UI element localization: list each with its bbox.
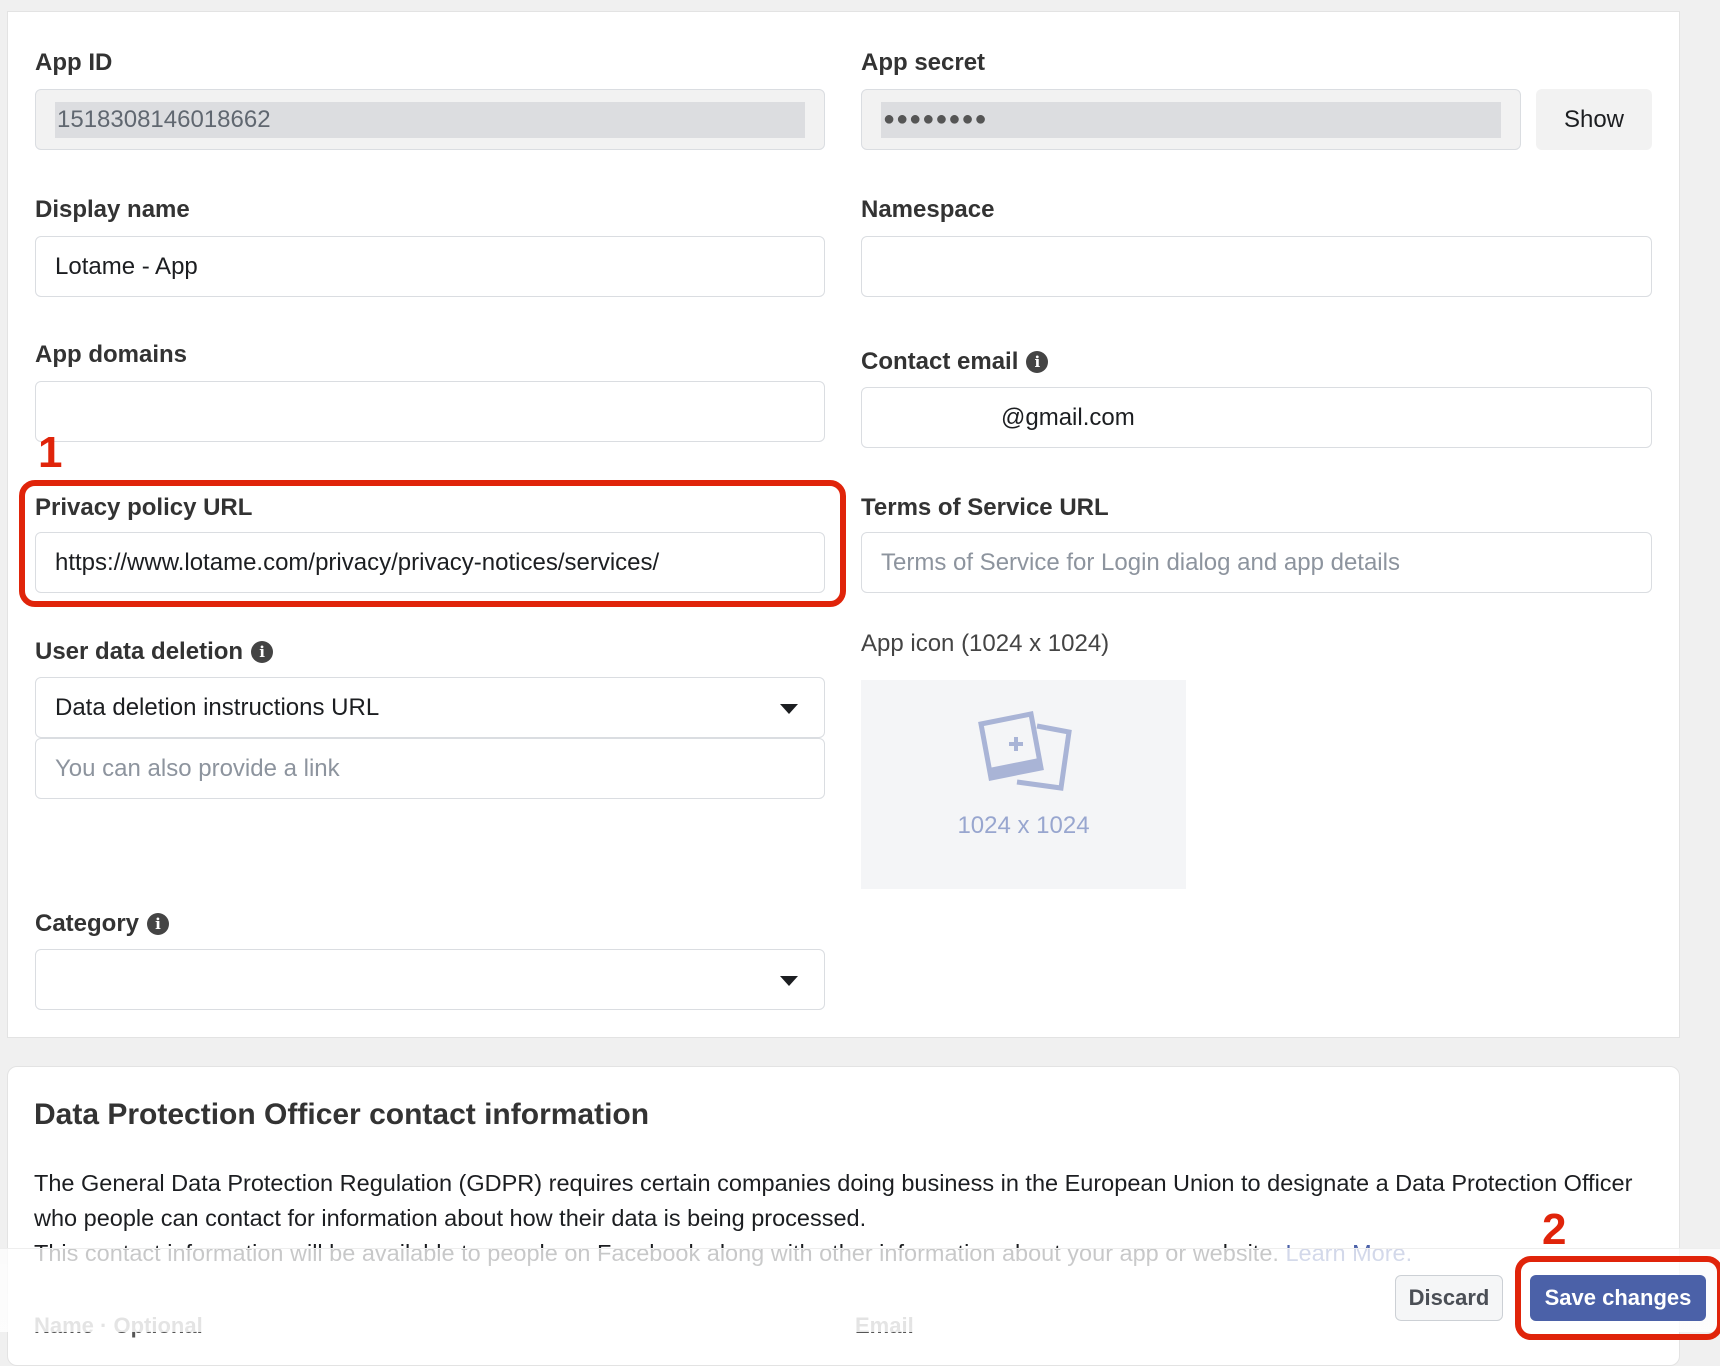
info-icon[interactable]: i bbox=[251, 641, 274, 663]
privacy-policy-input[interactable]: https://www.lotame.com/privacy/privacy-n… bbox=[35, 532, 825, 593]
privacy-policy-label: Privacy policy URL bbox=[35, 494, 253, 521]
terms-input[interactable]: Terms of Service for Login dialog and ap… bbox=[861, 532, 1652, 593]
category-label-text: Category bbox=[35, 910, 140, 937]
user-data-deletion-selected: Data deletion instructions URL bbox=[55, 693, 380, 721]
info-icon[interactable]: i bbox=[1026, 351, 1049, 373]
user-data-deletion-label-text: User data deletion bbox=[35, 638, 244, 665]
app-secret-label: App secret bbox=[861, 49, 986, 76]
contact-email-label-text: Contact email bbox=[861, 348, 1019, 375]
show-secret-button[interactable]: Show bbox=[1536, 89, 1652, 150]
chevron-down-icon bbox=[780, 704, 798, 714]
category-select[interactable] bbox=[35, 949, 825, 1010]
category-label: Category i bbox=[35, 910, 170, 938]
app-icon-upload[interactable]: 1024 x 1024 bbox=[861, 680, 1186, 889]
app-id-value: 1518308146018662 bbox=[55, 101, 805, 138]
app-icon-label: App icon (1024 x 1024) bbox=[861, 630, 1110, 657]
annotation-highlight-save bbox=[1515, 1256, 1720, 1340]
app-domains-input[interactable] bbox=[35, 381, 825, 442]
user-data-deletion-link-input[interactable]: You can also provide a link bbox=[35, 738, 825, 799]
app-id-label: App ID bbox=[35, 49, 113, 76]
user-data-deletion-label: User data deletion i bbox=[35, 638, 274, 666]
namespace-input[interactable] bbox=[861, 236, 1652, 297]
display-name-label: Display name bbox=[35, 196, 190, 223]
terms-label: Terms of Service URL bbox=[861, 494, 1109, 521]
app-secret-value: ●●●●●●●● bbox=[881, 101, 1501, 138]
contact-email-label: Contact email i bbox=[861, 348, 1049, 376]
dpo-title: Data Protection Officer contact informat… bbox=[34, 1098, 650, 1131]
namespace-label: Namespace bbox=[861, 196, 995, 223]
add-image-icon bbox=[978, 711, 1072, 791]
app-icon-size: 1024 x 1024 bbox=[957, 812, 1090, 839]
app-domains-label: App domains bbox=[35, 341, 188, 368]
app-id-input[interactable]: 1518308146018662 bbox=[35, 89, 825, 150]
user-data-deletion-select[interactable]: Data deletion instructions URL bbox=[35, 677, 825, 738]
info-icon[interactable]: i bbox=[147, 913, 170, 935]
annotation-step-1: 1 bbox=[38, 428, 63, 477]
app-secret-input[interactable]: ●●●●●●●● bbox=[861, 89, 1521, 150]
contact-email-input[interactable]: @gmail.com bbox=[861, 387, 1652, 448]
display-name-input[interactable]: Lotame - App bbox=[35, 236, 825, 297]
dpo-paragraph: The General Data Protection Regulation (… bbox=[34, 1170, 1633, 1231]
discard-button[interactable]: Discard bbox=[1395, 1275, 1503, 1321]
annotation-step-2: 2 bbox=[1542, 1205, 1567, 1254]
chevron-down-icon bbox=[780, 976, 798, 986]
